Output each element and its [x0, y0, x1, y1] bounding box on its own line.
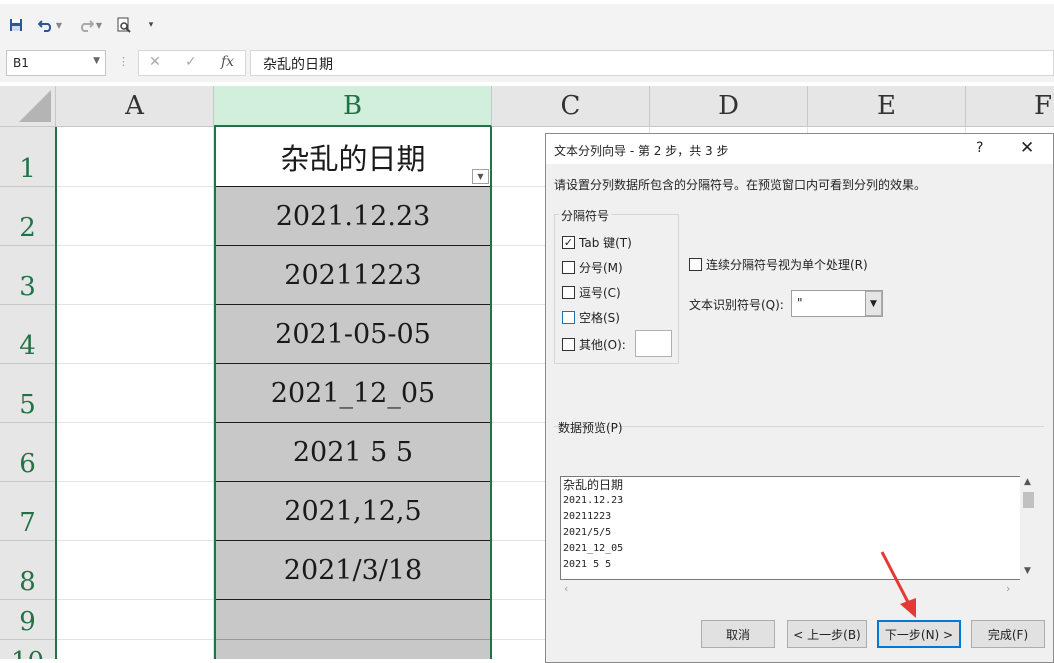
insert-function-icon[interactable]: fx: [221, 54, 234, 70]
undo-icon[interactable]: ▼: [34, 14, 66, 36]
preview-line: 20211223: [563, 511, 612, 522]
column-a-border: [55, 127, 57, 659]
row-header-4[interactable]: 4: [0, 305, 56, 364]
finish-button[interactable]: 完成(F): [971, 620, 1045, 648]
checkbox-icon: [562, 338, 575, 351]
help-icon[interactable]: ?: [976, 140, 983, 156]
customize-icon[interactable]: ▾: [144, 14, 158, 36]
quick-access-toolbar: ▼ ▼ ▾: [0, 0, 1054, 42]
formula-bar: B1 ▼ ⋮ ✕ ✓ fx 杂乱的日期: [0, 42, 1054, 82]
delimiters-label: 分隔符号: [559, 207, 612, 224]
checkbox-icon: [689, 258, 702, 271]
row-header-10[interactable]: 10: [0, 640, 56, 659]
other-checkbox[interactable]: 其他(O):: [562, 336, 626, 353]
scroll-up-icon[interactable]: ▲: [1024, 477, 1031, 487]
data-preview[interactable]: 杂乱的日期 2021.12.23 20211223 2021/5/5 2021_…: [560, 476, 1034, 580]
semicolon-checkbox[interactable]: 分号(M): [562, 259, 623, 276]
cell-a3[interactable]: [57, 246, 214, 305]
tab-label: Tab 键(T): [579, 236, 632, 250]
text-qualifier-select[interactable]: " ▼: [791, 290, 883, 317]
back-button[interactable]: < 上一步(B): [787, 620, 867, 648]
preview-line: 2021/5/5: [563, 527, 612, 538]
scroll-down-icon[interactable]: ▼: [1024, 566, 1031, 576]
comma-label: 逗号(C): [579, 286, 621, 300]
dialog-instruction: 请设置分列数据所包含的分隔符号。在预览窗口内可看到分列的效果。: [554, 178, 927, 192]
name-box[interactable]: B1 ▼: [6, 50, 106, 76]
row-header-1[interactable]: 1: [0, 127, 56, 187]
cell-a5[interactable]: [57, 364, 214, 423]
cell-a8[interactable]: [57, 541, 214, 600]
row-header-8[interactable]: 8: [0, 541, 56, 600]
column-header-c[interactable]: C: [492, 86, 650, 127]
scroll-thumb[interactable]: [1023, 492, 1034, 508]
next-button[interactable]: 下一步(N) >: [877, 620, 961, 648]
name-box-value: B1: [13, 56, 29, 70]
select-all-corner[interactable]: [0, 86, 56, 127]
consecutive-label: 连续分隔符号视为单个处理(R): [706, 258, 868, 272]
column-header-f[interactable]: F: [966, 86, 1054, 127]
cancel-icon[interactable]: ✕: [149, 54, 161, 70]
other-delimiter-input[interactable]: [635, 330, 672, 357]
cell-a2[interactable]: [57, 187, 214, 246]
comma-checkbox[interactable]: 逗号(C): [562, 284, 621, 301]
preview-line: 2021_12_05: [563, 543, 624, 554]
dialog-title: 文本分列向导 - 第 2 步，共 3 步: [554, 144, 729, 158]
column-header-d[interactable]: D: [650, 86, 808, 127]
row-header-3[interactable]: 3: [0, 246, 56, 305]
space-label: 空格(S): [579, 311, 620, 325]
chevron-down-icon[interactable]: ▼: [865, 291, 882, 316]
tab-checkbox[interactable]: ✓ Tab 键(T): [562, 234, 632, 251]
preview-label: 数据预览(P): [558, 421, 623, 435]
redo-icon[interactable]: ▼: [74, 14, 106, 36]
space-checkbox[interactable]: 空格(S): [562, 309, 620, 326]
cell-a7[interactable]: [57, 482, 214, 541]
row-header-2[interactable]: 2: [0, 187, 56, 246]
column-header-e[interactable]: E: [808, 86, 966, 127]
preview-line: 杂乱的日期: [563, 478, 624, 492]
checkbox-icon: [562, 311, 575, 324]
close-icon[interactable]: ✕: [1020, 138, 1034, 158]
checkbox-icon: [562, 261, 575, 274]
scroll-right-icon[interactable]: ›: [1006, 582, 1010, 595]
preview-horizontal-scrollbar[interactable]: ‹ ›: [560, 580, 1020, 597]
preview-vertical-scrollbar[interactable]: ▲ ▼: [1020, 476, 1037, 580]
cell-a9[interactable]: [57, 600, 214, 640]
chevron-down-icon[interactable]: ▼: [93, 56, 100, 66]
preview-line: 2021.12.23: [563, 495, 624, 506]
dialog-title-bar: 文本分列向导 - 第 2 步，共 3 步 ? ✕: [546, 134, 1053, 164]
cancel-button[interactable]: 取消: [701, 620, 775, 648]
text-to-columns-dialog: 文本分列向导 - 第 2 步，共 3 步 ? ✕ 请设置分列数据所包含的分隔符号…: [545, 133, 1054, 663]
row-header-7[interactable]: 7: [0, 482, 56, 541]
semicolon-label: 分号(M): [579, 261, 623, 275]
formula-input[interactable]: 杂乱的日期: [250, 50, 1054, 76]
save-icon[interactable]: [6, 14, 26, 36]
preview-line: 2021 5 5: [563, 559, 612, 570]
consecutive-checkbox[interactable]: 连续分隔符号视为单个处理(R): [689, 256, 868, 273]
column-header-b[interactable]: B: [214, 86, 492, 127]
selection-frame: [214, 127, 492, 659]
other-label: 其他(O):: [579, 338, 626, 352]
checkbox-checked-icon: ✓: [562, 236, 575, 249]
row-header-9[interactable]: 9: [0, 600, 56, 640]
cell-a4[interactable]: [57, 305, 214, 364]
checkbox-icon: [562, 286, 575, 299]
column-header-a[interactable]: A: [56, 86, 214, 127]
more-icon: ⋮: [118, 55, 129, 68]
cell-a1[interactable]: [57, 127, 214, 187]
scroll-left-icon[interactable]: ‹: [564, 582, 568, 595]
enter-icon[interactable]: ✓: [185, 54, 197, 70]
cell-a10[interactable]: [57, 640, 214, 659]
formula-buttons: ✕ ✓ fx: [138, 50, 246, 76]
text-qualifier-value: ": [797, 296, 803, 310]
row-header-5[interactable]: 5: [0, 364, 56, 423]
print-preview-icon[interactable]: [114, 14, 134, 36]
text-qualifier-label: 文本识别符号(Q):: [689, 298, 784, 312]
row-header-6[interactable]: 6: [0, 423, 56, 482]
cell-a6[interactable]: [57, 423, 214, 482]
annotation-arrow-icon: [880, 551, 916, 618]
